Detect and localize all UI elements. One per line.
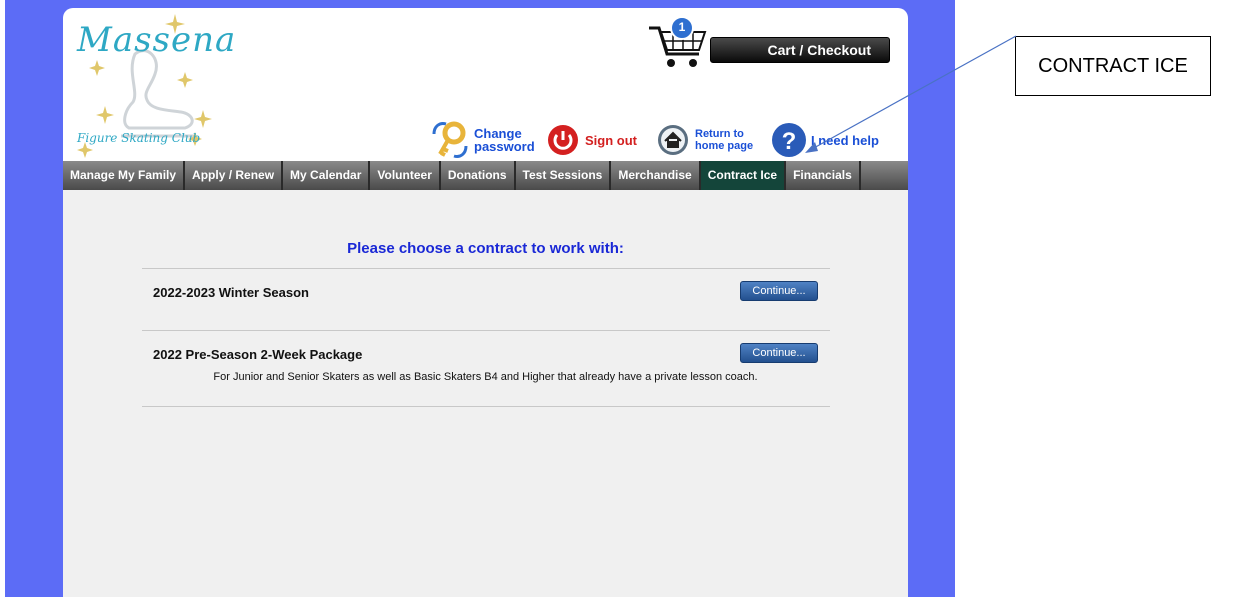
annotation-arrow [805, 35, 1017, 153]
